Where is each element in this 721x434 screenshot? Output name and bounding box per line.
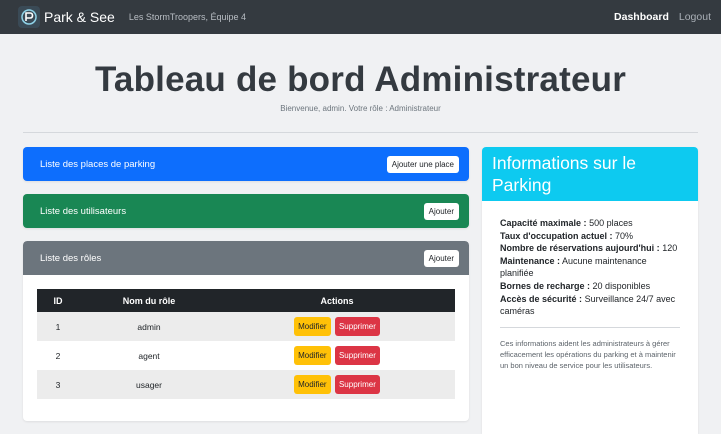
role-id: 3 <box>55 379 61 390</box>
parking-info-card: Informations sur le Parking Capacité max… <box>482 147 698 434</box>
add-place-button[interactable]: Ajouter une place <box>386 155 459 173</box>
roles-list-bar[interactable]: Liste des rôles Ajouter <box>23 241 469 275</box>
edit-role-button[interactable]: Modifier <box>294 375 331 394</box>
info-occupancy-label: Taux d'occupation actuel : <box>500 230 613 241</box>
role-id: 2 <box>55 350 61 361</box>
users-list-bar[interactable]: Liste des utilisateurs Ajouter <box>23 194 469 228</box>
page-title: Tableau de bord Administrateur <box>94 60 627 99</box>
lists-column: Liste des places de parking Ajouter une … <box>23 147 469 421</box>
parking-info-title: Informations sur le Parking <box>482 147 698 201</box>
brand-name[interactable]: Park & See <box>44 9 115 25</box>
roles-card: Liste des rôles Ajouter ID Nom du rôle A… <box>23 241 469 421</box>
roles-table: ID Nom du rôle Actions 1 admin Modifier … <box>37 289 455 399</box>
info-maintenance-label: Maintenance : <box>500 255 561 266</box>
col-header-id: ID <box>37 289 79 312</box>
info-capacity-label: Capacité maximale : <box>500 218 587 228</box>
info-occupancy: Taux d'occupation actuel : 70% <box>500 230 680 243</box>
info-divider <box>500 326 680 328</box>
nav-dashboard-link[interactable]: Dashboard <box>614 11 669 23</box>
info-security: Accès de sécurité : Surveillance 24/7 av… <box>500 293 680 318</box>
col-header-name: Nom du rôle <box>79 289 219 312</box>
info-reservations: Nombre de réservations aujourd'hui : 120 <box>500 242 680 255</box>
role-name: usager <box>136 379 162 390</box>
nav-links: Dashboard Logout <box>614 11 711 23</box>
add-user-button[interactable]: Ajouter <box>423 202 459 220</box>
col-header-actions: Actions <box>219 289 455 312</box>
role-name: admin <box>137 321 161 332</box>
role-actions: Modifier Supprimer <box>219 341 455 370</box>
delete-role-button[interactable]: Supprimer <box>334 346 380 365</box>
welcome-text: Bienvenue, admin. Votre rôle : Administr… <box>280 104 441 113</box>
page-header: Tableau de bord Administrateur Bienvenue… <box>0 60 721 113</box>
info-capacity-value: 500 places <box>589 218 633 228</box>
table-row: 1 admin Modifier Supprimer <box>37 312 455 341</box>
info-maintenance: Maintenance : Aucune maintenance planifi… <box>500 255 680 280</box>
role-actions: Modifier Supprimer <box>219 370 455 399</box>
info-occupancy-value: 70% <box>615 230 634 241</box>
role-id: 1 <box>55 321 61 332</box>
parking-info-body: Capacité maximale : 500 places Taux d'oc… <box>482 201 698 371</box>
info-reservations-label: Nombre de réservations aujourd'hui : <box>500 243 660 254</box>
roles-table-header: ID Nom du rôle Actions <box>37 289 455 312</box>
parking-list-label: Liste des places de parking <box>40 158 156 170</box>
delete-role-button[interactable]: Supprimer <box>334 375 380 394</box>
edit-role-button[interactable]: Modifier <box>294 317 331 336</box>
edit-role-button[interactable]: Modifier <box>294 346 331 365</box>
parking-list-bar[interactable]: Liste des places de parking Ajouter une … <box>23 147 469 181</box>
users-list-label: Liste des utilisateurs <box>40 205 127 217</box>
info-charging: Bornes de recharge : 20 disponibles <box>500 280 680 293</box>
header-divider <box>23 132 698 133</box>
info-charging-label: Bornes de recharge : <box>500 280 591 291</box>
parking-logo-icon[interactable] <box>18 6 40 28</box>
table-row: 3 usager Modifier Supprimer <box>37 370 455 399</box>
info-reservations-value: 120 <box>662 243 678 254</box>
info-note: Ces informations aident les administrate… <box>500 338 676 370</box>
delete-role-button[interactable]: Supprimer <box>334 317 380 336</box>
info-charging-value: 20 disponibles <box>592 280 651 291</box>
roles-card-body: ID Nom du rôle Actions 1 admin Modifier … <box>23 275 469 421</box>
role-name: agent <box>138 350 160 361</box>
info-security-label: Accès de sécurité : <box>500 293 583 304</box>
add-role-button[interactable]: Ajouter <box>423 249 459 267</box>
info-capacity: Capacité maximale : 500 places <box>500 217 680 230</box>
table-row: 2 agent Modifier Supprimer <box>37 341 455 370</box>
role-actions: Modifier Supprimer <box>219 312 455 341</box>
team-name: Les StormTroopers, Équipe 4 <box>128 12 247 22</box>
roles-list-label: Liste des rôles <box>40 252 102 264</box>
navbar: Park & See Les StormTroopers, Équipe 4 D… <box>0 0 721 34</box>
nav-logout-link[interactable]: Logout <box>679 11 711 23</box>
